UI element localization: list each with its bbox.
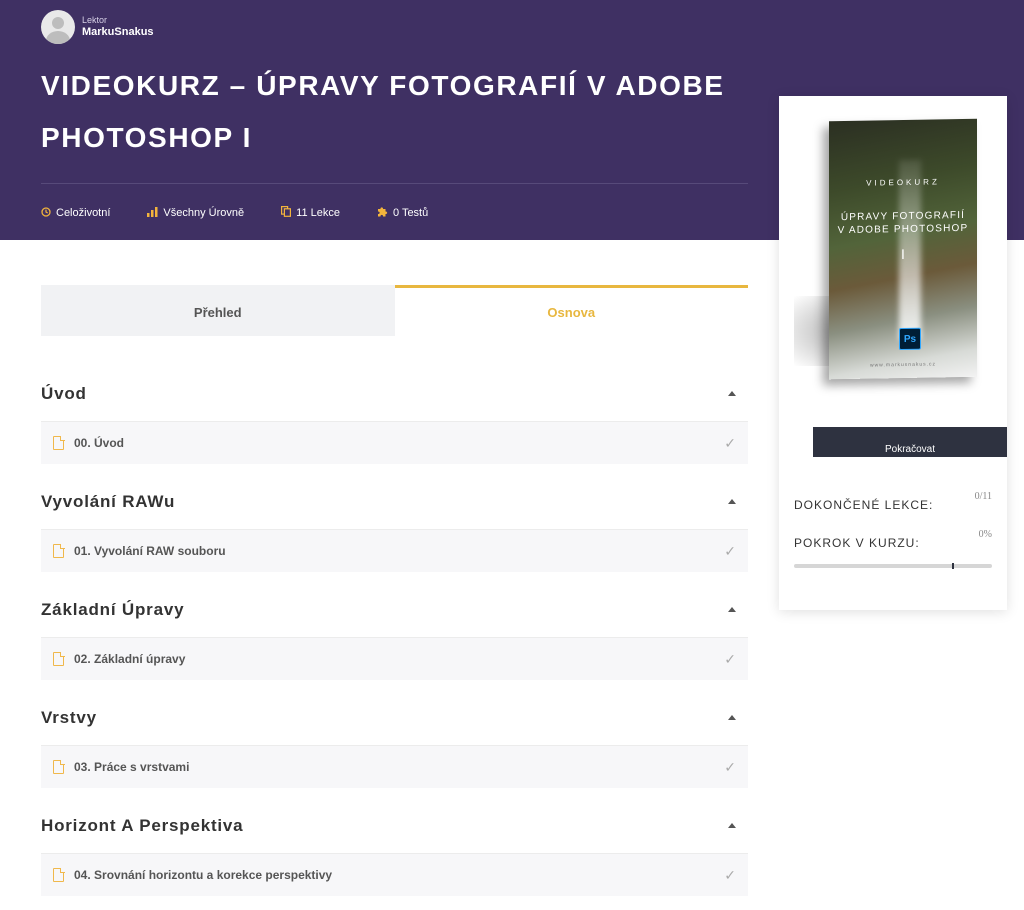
section: Vyvolání RAWu 01. Vyvolání RAW souboru ✓ <box>41 474 748 572</box>
section: Vrstvy 03. Práce s vrstvami ✓ <box>41 690 748 788</box>
lesson-item[interactable]: 01. Vyvolání RAW souboru ✓ <box>41 530 748 572</box>
check-icon: ✓ <box>724 542 736 559</box>
photoshop-icon: Ps <box>899 327 921 351</box>
document-icon <box>53 867 65 882</box>
section: Základní Úpravy 02. Základní úpravy ✓ <box>41 582 748 680</box>
check-icon: ✓ <box>724 434 736 451</box>
check-icon: ✓ <box>724 650 736 667</box>
section-header[interactable]: Základní Úpravy <box>41 582 748 638</box>
caret-up-icon[interactable] <box>728 823 736 828</box>
section: Úvod 00. Úvod ✓ <box>41 366 748 464</box>
lesson-item[interactable]: 04. Srovnání horizontu a korekce perspek… <box>41 854 748 896</box>
course-cover-image: VIDEOKURZ ÚPRAVY FOTOGRAFIÍ V ADOBE PHOT… <box>829 118 977 380</box>
meta-lessons: 11 Lekce <box>281 206 340 220</box>
cover-top-text: VIDEOKURZ <box>866 177 940 188</box>
check-icon: ✓ <box>724 758 736 775</box>
section-title: Úvod <box>41 383 87 403</box>
progress-value: 0% <box>978 529 992 540</box>
meta-duration: Celoživotní <box>41 206 111 220</box>
caret-up-icon[interactable] <box>728 499 736 504</box>
section-title: Vrstvy <box>41 707 97 727</box>
clock-icon <box>41 206 51 220</box>
lesson-title: 00. Úvod <box>74 436 125 450</box>
instructor[interactable]: Lektor MarkuSnakus <box>41 10 154 44</box>
copy-icon <box>281 206 292 220</box>
section-header[interactable]: Vyvolání RAWu <box>41 474 748 530</box>
continue-button[interactable]: Pokračovat <box>813 427 1007 457</box>
document-icon <box>53 651 65 666</box>
tab-curriculum[interactable]: Osnova <box>394 285 748 336</box>
lesson-title: 02. Základní úpravy <box>74 652 186 666</box>
curriculum: Úvod 00. Úvod ✓ Vyvolání RAWu 01. Vyvolá… <box>41 366 748 906</box>
course-sidebar-card: VIDEOKURZ ÚPRAVY FOTOGRAFIÍ V ADOBE PHOT… <box>779 96 1007 610</box>
lesson-item[interactable]: 03. Práce s vrstvami ✓ <box>41 746 748 788</box>
section-header[interactable]: Úvod <box>41 366 748 422</box>
progress-label: POKROK V KURZU: <box>794 536 920 550</box>
cover-site: www.markusnakus.cz <box>869 361 937 369</box>
caret-up-icon[interactable] <box>728 715 736 720</box>
meta-level: Všechny Úrovně <box>147 206 245 220</box>
lesson-item[interactable]: 02. Základní úpravy ✓ <box>41 638 748 680</box>
lesson-title: 03. Práce s vrstvami <box>74 760 190 774</box>
check-icon: ✓ <box>724 866 736 883</box>
meta-divider <box>41 183 748 184</box>
document-icon <box>53 759 65 774</box>
section: Horizont A Perspektiva 04. Srovnání hori… <box>41 798 748 896</box>
meta-quizzes-text: 0 Testů <box>392 207 429 219</box>
section-header[interactable]: Vrstvy <box>41 690 748 746</box>
cover-number: I <box>901 245 905 263</box>
bar-chart-icon <box>147 206 158 220</box>
caret-up-icon[interactable] <box>728 607 736 612</box>
document-icon <box>53 435 65 450</box>
meta-lessons-text: 11 Lekce <box>296 207 340 219</box>
page-title: VIDEOKURZ – ÚPRAVY FOTOGRAFIÍ V ADOBE PH… <box>41 70 725 153</box>
completed-value: 0/11 <box>974 491 992 502</box>
puzzle-icon <box>377 206 388 220</box>
cover-title-line2: V ADOBE PHOTOSHOP <box>837 222 969 237</box>
progress-marker <box>952 563 954 569</box>
avatar[interactable] <box>41 10 75 44</box>
lesson-title: 04. Srovnání horizontu a korekce perspek… <box>74 868 333 882</box>
progress-bar <box>794 563 992 569</box>
document-icon <box>53 543 65 558</box>
meta-quizzes: 0 Testů <box>377 206 428 220</box>
caret-up-icon[interactable] <box>728 391 736 396</box>
course-meta: Celoživotní Všechny Úrovně 11 Lekce 0 Te… <box>41 206 465 220</box>
completed-label: DOKONČENÉ LEKCE: <box>794 498 934 512</box>
course-tabs: Přehled Osnova <box>41 285 748 336</box>
lesson-item[interactable]: 00. Úvod ✓ <box>41 422 748 464</box>
section-title: Základní Úpravy <box>41 599 185 619</box>
section-title: Vyvolání RAWu <box>41 491 176 511</box>
lesson-title: 01. Vyvolání RAW souboru <box>74 544 226 558</box>
section-header[interactable]: Horizont A Perspektiva <box>41 798 748 854</box>
instructor-role: Lektor <box>82 15 108 25</box>
instructor-name[interactable]: MarkuSnakus <box>82 26 154 39</box>
meta-level-text: Všechny Úrovně <box>163 207 245 219</box>
cover-title: ÚPRAVY FOTOGRAFIÍ V ADOBE PHOTOSHOP <box>829 209 977 238</box>
section-title: Horizont A Perspektiva <box>41 815 244 835</box>
tab-overview[interactable]: Přehled <box>41 285 395 336</box>
meta-duration-text: Celoživotní <box>56 207 111 219</box>
